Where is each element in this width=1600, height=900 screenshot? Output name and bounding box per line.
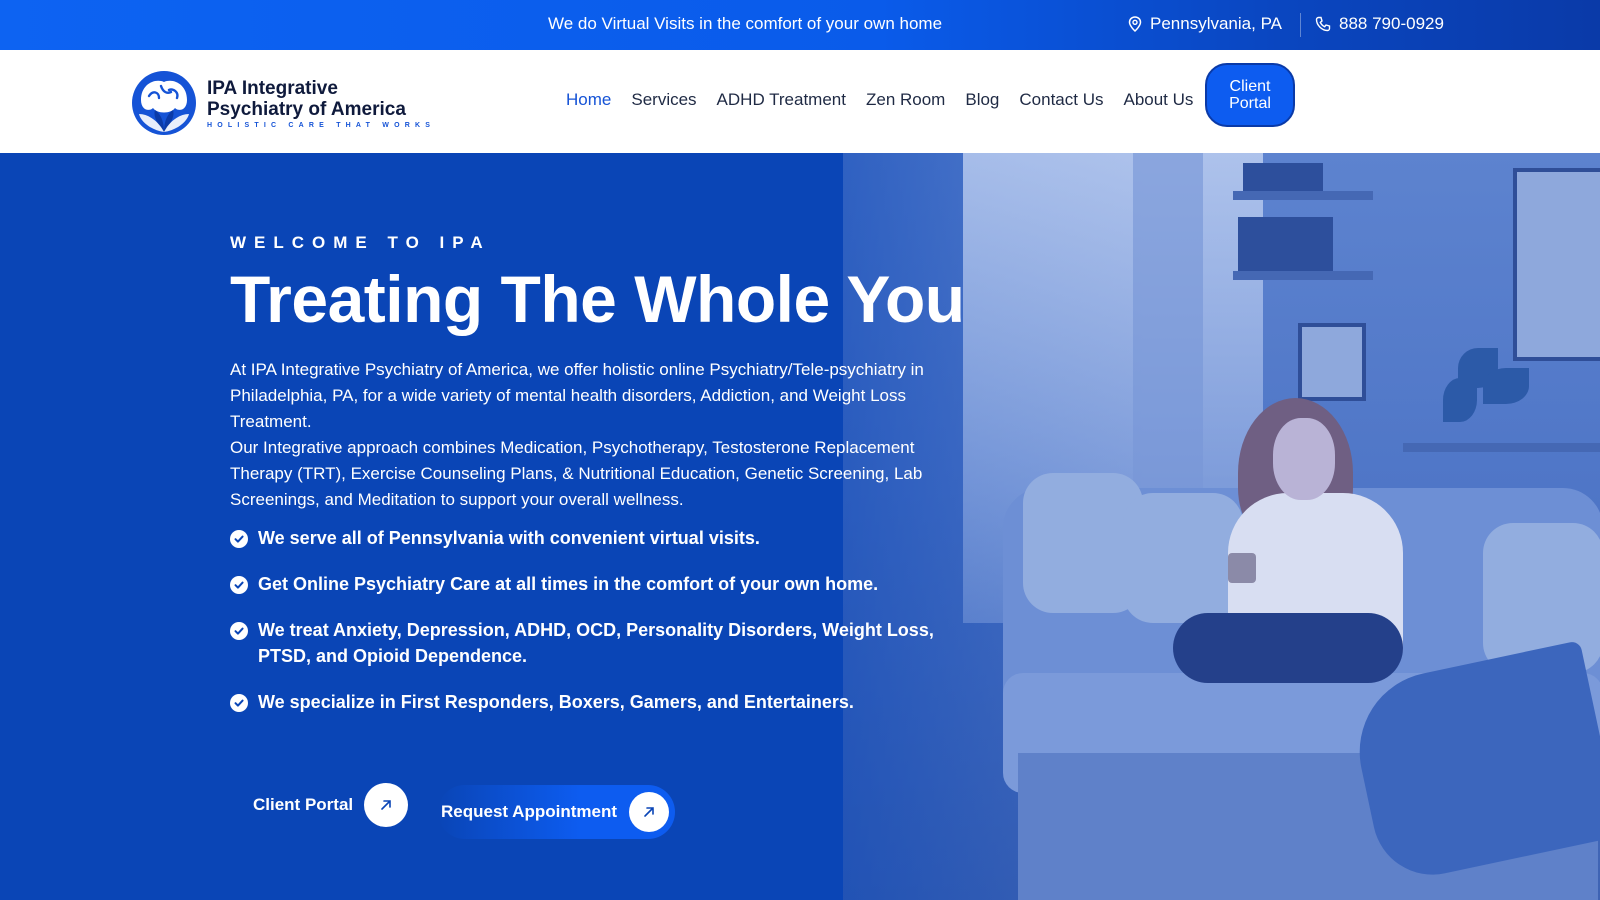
arrow-up-right-icon	[629, 792, 669, 832]
phone-number: 888 790-0929	[1339, 14, 1444, 33]
request-appointment-button[interactable]: Request Appointment	[438, 785, 675, 839]
photo-shelf	[1233, 191, 1373, 200]
site-logo[interactable]: IPA Integrative Psychiatry of America HO…	[127, 70, 435, 136]
nav-contact-us[interactable]: Contact Us	[1019, 90, 1103, 110]
check-circle-icon	[230, 530, 248, 548]
feature-text: We serve all of Pennsylvania with conven…	[258, 528, 760, 548]
map-pin-icon	[1128, 16, 1142, 32]
logo-wordmark: IPA Integrative Psychiatry of America HO…	[207, 78, 435, 129]
check-circle-icon	[230, 694, 248, 712]
location-link[interactable]: Pennsylvania, PA	[1128, 14, 1282, 34]
hero-paragraph-2: Our Integrative approach combines Medica…	[230, 438, 923, 509]
list-item: We treat Anxiety, Depression, ADHD, OCD,…	[230, 617, 970, 669]
check-circle-icon	[230, 622, 248, 640]
nav-blog[interactable]: Blog	[965, 90, 999, 110]
photo-books	[1243, 163, 1323, 191]
nav-adhd-treatment[interactable]: ADHD Treatment	[717, 90, 846, 110]
photo-mug	[1228, 553, 1256, 583]
client-portal-cta-label: Client Portal	[253, 795, 354, 814]
arrow-up-right-icon	[364, 783, 409, 827]
hero-title: Treating The Whole You	[230, 262, 965, 336]
logo-line-2: Psychiatry of America	[207, 98, 406, 120]
main-nav: Home Services ADHD Treatment Zen Room Bl…	[566, 90, 1193, 110]
nav-about-us[interactable]: About Us	[1123, 90, 1193, 110]
list-item: We specialize in First Responders, Boxer…	[230, 689, 970, 715]
top-announcement-bar: We do Virtual Visits in the comfort of y…	[0, 0, 1600, 50]
feature-text: We specialize in First Responders, Boxer…	[258, 692, 854, 712]
check-circle-icon	[230, 576, 248, 594]
photo-books	[1238, 217, 1333, 271]
nav-home[interactable]: Home	[566, 90, 611, 110]
nav-zen-room[interactable]: Zen Room	[866, 90, 945, 110]
location-text: Pennsylvania, PA	[1150, 14, 1282, 33]
brain-lotus-logo-icon	[132, 71, 196, 135]
logo-tagline: HOLISTIC CARE THAT WORKS	[207, 121, 436, 129]
photo-picture-frame	[1298, 323, 1366, 401]
list-item: Get Online Psychiatry Care at all times …	[230, 571, 970, 597]
announcement-text: We do Virtual Visits in the comfort of y…	[548, 14, 943, 33]
nav-services[interactable]: Services	[631, 90, 696, 110]
photo-shelf	[1233, 271, 1373, 280]
list-item: We serve all of Pennsylvania with conven…	[230, 525, 970, 551]
phone-icon	[1315, 16, 1331, 32]
hero-feature-list: We serve all of Pennsylvania with conven…	[230, 525, 970, 735]
photo-cushion	[1123, 493, 1243, 623]
feature-text: We treat Anxiety, Depression, ADHD, OCD,…	[258, 620, 934, 666]
client-portal-cta[interactable]: Client Portal	[253, 783, 409, 827]
hero-paragraph-1: At IPA Integrative Psychiatry of America…	[230, 360, 924, 431]
topbar-divider	[1300, 13, 1301, 37]
photo-plant	[1443, 378, 1477, 422]
feature-text: Get Online Psychiatry Care at all times …	[258, 574, 879, 594]
hero-intro: At IPA Integrative Psychiatry of America…	[230, 357, 970, 513]
hero-cta-row: Client Portal Request Appointment	[230, 780, 970, 839]
logo-line-1: IPA Integrative	[207, 77, 338, 99]
client-portal-button[interactable]: Client Portal	[1205, 63, 1295, 127]
photo-shelf	[1403, 443, 1600, 452]
phone-link[interactable]: 888 790-0929	[1315, 14, 1444, 34]
site-header: IPA Integrative Psychiatry of America HO…	[0, 50, 1600, 153]
hero-section: WELCOME TO IPA Treating The Whole You At…	[0, 153, 1600, 900]
photo-picture-frame	[1513, 168, 1600, 361]
hero-eyebrow: WELCOME TO IPA	[230, 233, 491, 252]
request-appointment-label: Request Appointment	[441, 802, 617, 821]
photo-person	[1173, 613, 1403, 683]
photo-plant	[1483, 368, 1529, 404]
client-portal-label: Client Portal	[1229, 78, 1271, 112]
photo-person	[1273, 418, 1335, 500]
